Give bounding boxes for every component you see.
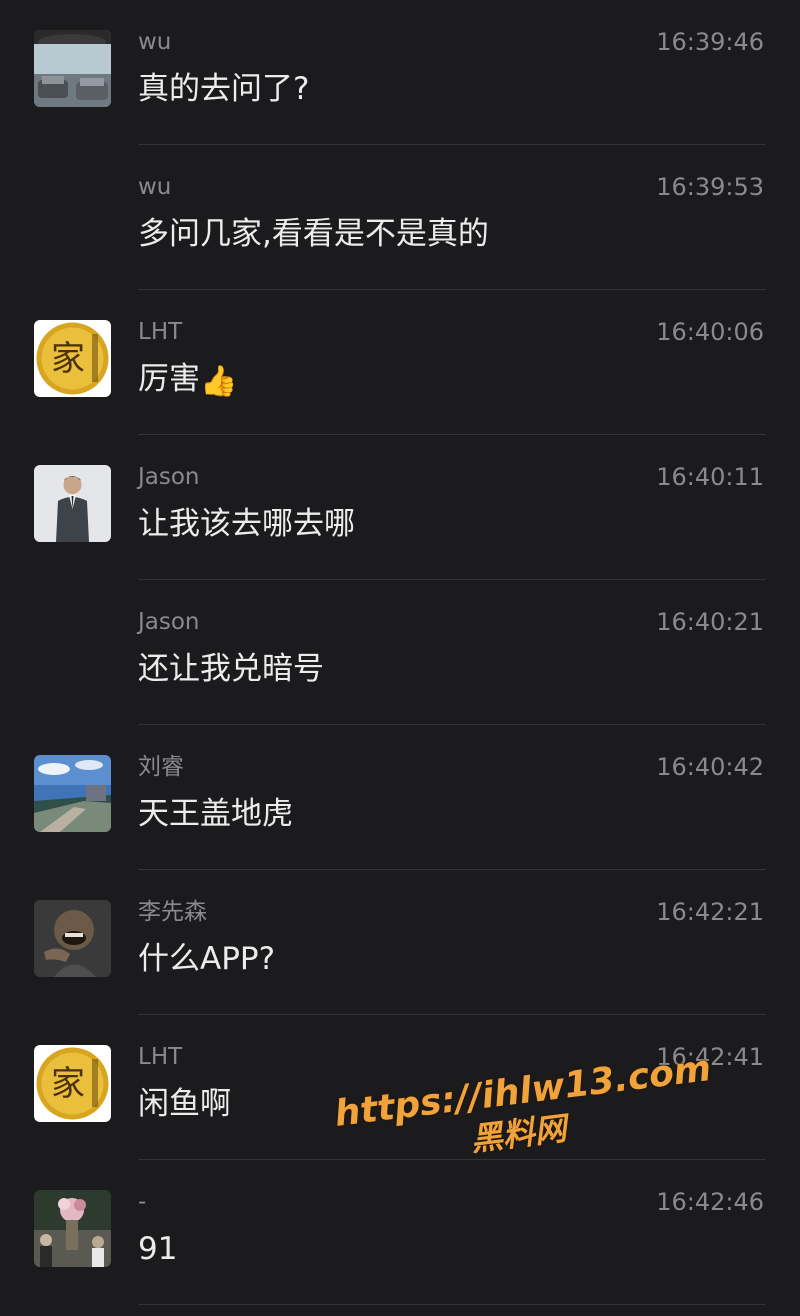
- message-text: 多问几家,看看是不是真的: [138, 216, 489, 252]
- message-row[interactable]: Jason 16:40:11 让我该去哪去哪: [0, 435, 800, 580]
- sender-name[interactable]: 刘睿: [138, 753, 184, 781]
- message-row[interactable]: wu 16:39:46 真的去问了?: [0, 0, 800, 145]
- message-timestamp: 16:39:53: [656, 173, 764, 201]
- message-text: 天王盖地虎: [138, 796, 293, 832]
- sender-name[interactable]: 李先森: [138, 898, 207, 926]
- message-row[interactable]: - 16:42:46 91: [0, 1160, 800, 1305]
- message-row[interactable]: Jason 16:40:21 还让我兑暗号: [0, 580, 800, 725]
- car-photo-avatar[interactable]: [34, 30, 111, 107]
- sender-name[interactable]: Jason: [138, 608, 200, 636]
- crowd-photo-avatar[interactable]: [34, 1190, 111, 1267]
- message-text: 厉害👍: [138, 358, 237, 403]
- message-timestamp: 16:40:42: [656, 753, 764, 781]
- sender-name[interactable]: wu: [138, 173, 171, 201]
- suit-man-avatar[interactable]: [34, 465, 111, 542]
- coin-glyph: 家: [51, 339, 85, 379]
- gold-coin-avatar[interactable]: 家: [34, 1045, 111, 1122]
- thumbs-up-icon: 👍: [200, 364, 238, 399]
- message-timestamp: 16:40:11: [656, 463, 764, 491]
- divider: [138, 1304, 766, 1305]
- message-text: 闲鱼啊: [138, 1086, 231, 1122]
- message-row[interactable]: 李先森 16:42:21 什么APP?: [0, 870, 800, 1015]
- message-timestamp: 16:40:06: [656, 318, 764, 346]
- message-timestamp: 16:42:21: [656, 898, 764, 926]
- message-row[interactable]: 家 LHT 16:40:06 厉害👍: [0, 290, 800, 435]
- message-timestamp: 16:39:46: [656, 28, 764, 56]
- message-text-content: 厉害: [138, 361, 200, 397]
- message-timestamp: 16:40:21: [656, 608, 764, 636]
- sender-name[interactable]: wu: [138, 28, 171, 56]
- sender-name[interactable]: LHT: [138, 318, 182, 346]
- sender-name[interactable]: Jason: [138, 463, 200, 491]
- coast-landscape-avatar[interactable]: [34, 755, 111, 832]
- message-row[interactable]: 刘睿 16:40:42 天王盖地虎: [0, 725, 800, 870]
- sender-name[interactable]: LHT: [138, 1043, 182, 1071]
- laughing-man-avatar[interactable]: [34, 900, 111, 977]
- message-text: 91: [138, 1231, 178, 1267]
- message-text: 真的去问了?: [138, 71, 310, 107]
- message-text: 还让我兑暗号: [138, 651, 324, 687]
- sender-name[interactable]: -: [138, 1188, 146, 1216]
- message-timestamp: 16:42:46: [656, 1188, 764, 1216]
- message-text: 让我该去哪去哪: [138, 506, 355, 542]
- message-row[interactable]: wu 16:39:53 多问几家,看看是不是真的: [0, 145, 800, 290]
- message-text: 什么APP?: [138, 941, 276, 977]
- coin-glyph: 家: [51, 1064, 85, 1104]
- gold-coin-avatar[interactable]: 家: [34, 320, 111, 397]
